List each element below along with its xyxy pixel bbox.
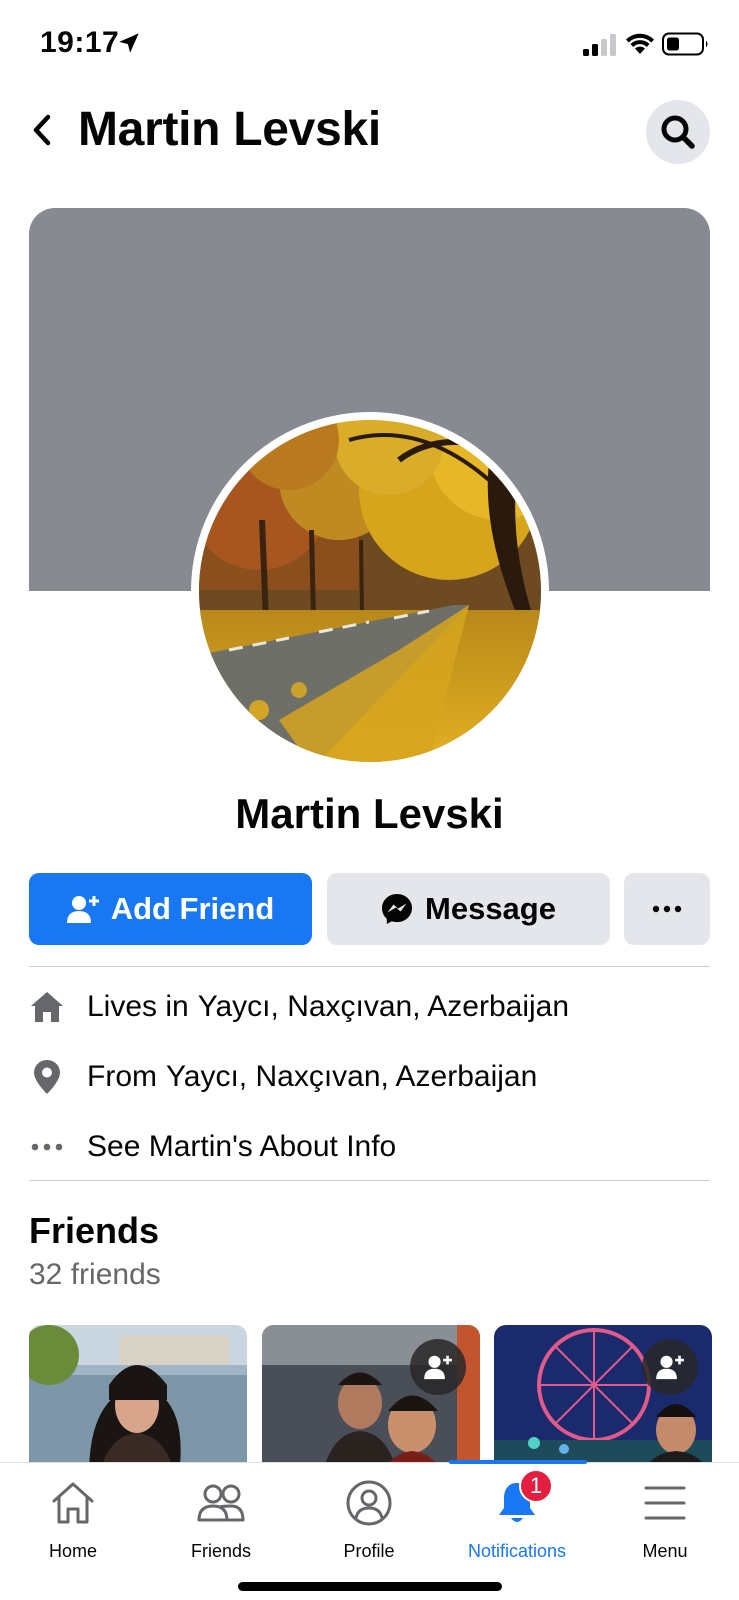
tab-friends[interactable]: Friends [151, 1475, 291, 1575]
tab-notifications[interactable]: 1 Notifications [447, 1469, 587, 1575]
lives-in-place[interactable]: Yaycı, Naxçıvan, Azerbaijan [198, 990, 569, 1024]
divider [29, 966, 710, 967]
add-friend-button[interactable]: Add Friend [29, 873, 312, 945]
friends-section-title[interactable]: Friends [29, 1210, 159, 1252]
add-friend-icon [656, 1355, 684, 1380]
message-button[interactable]: Message [327, 873, 610, 945]
active-tab-indicator [449, 1460, 587, 1464]
search-icon [661, 115, 695, 149]
friends-count: 32 friends [29, 1258, 161, 1291]
about-info-link[interactable]: See Martin's About Info [87, 1130, 396, 1164]
divider [29, 1180, 710, 1181]
profile-picture-frame [191, 412, 549, 770]
profile-name: Martin Levski [235, 790, 504, 837]
from-row: From Yaycı, Naxçıvan, Azerbaijan [29, 1052, 710, 1102]
back-button[interactable] [22, 110, 62, 150]
autumn-road-photo [199, 420, 541, 762]
from-place[interactable]: Yaycı, Naxçıvan, Azerbaijan [166, 1060, 537, 1094]
more-dots-icon [29, 1129, 65, 1165]
tab-home[interactable]: Home [3, 1475, 143, 1575]
search-button[interactable] [646, 100, 710, 164]
more-options-button[interactable] [624, 873, 710, 945]
status-time: 19:17 [40, 26, 120, 59]
page-header: Martin Levski [0, 90, 739, 200]
from-prefix: From [87, 1060, 157, 1093]
tab-friends-label: Friends [190, 1541, 252, 1561]
battery-icon [662, 32, 708, 56]
hamburger-menu-icon [644, 1486, 686, 1520]
add-friend-badge[interactable] [410, 1339, 466, 1395]
messenger-icon [381, 893, 413, 925]
lives-in-prefix: Lives in [87, 990, 189, 1023]
add-friend-badge[interactable] [642, 1339, 698, 1395]
chevron-left-icon [33, 114, 51, 146]
tab-profile-label: Profile [343, 1541, 395, 1561]
status-bar: 19:17 [0, 0, 739, 90]
friend-photo [29, 1325, 247, 1475]
about-info-row[interactable]: See Martin's About Info [29, 1122, 710, 1172]
add-friend-icon [66, 894, 99, 924]
more-dots-icon [652, 905, 682, 913]
tab-profile[interactable]: Profile [299, 1475, 439, 1575]
friend-card[interactable] [262, 1325, 480, 1475]
add-friend-label: Add Friend [110, 891, 275, 926]
home-filled-icon [29, 989, 65, 1025]
friends-icon [197, 1484, 245, 1522]
add-friend-icon [424, 1355, 452, 1380]
home-indicator[interactable] [238, 1582, 502, 1591]
friend-card[interactable] [494, 1325, 712, 1475]
bottom-tab-bar: Home Friends Profile 1 Notifications Men… [0, 1460, 739, 1600]
tab-notifications-label: Notifications [467, 1541, 567, 1561]
friend-card[interactable] [29, 1325, 247, 1475]
wifi-icon [626, 33, 654, 54]
profile-picture[interactable] [199, 420, 541, 762]
message-label: Message [425, 891, 556, 926]
tab-menu-label: Menu [642, 1541, 688, 1561]
signal-icon [583, 34, 616, 56]
home-icon [52, 1482, 94, 1524]
tab-menu[interactable]: Menu [595, 1475, 735, 1575]
location-arrow-icon [119, 33, 139, 53]
notification-badge: 1 [519, 1469, 553, 1503]
page-title: Martin Levski [78, 103, 381, 156]
profile-icon [346, 1480, 392, 1526]
location-pin-icon [29, 1059, 65, 1095]
lives-in-row: Lives in Yaycı, Naxçıvan, Azerbaijan [29, 982, 710, 1032]
tab-home-label: Home [48, 1541, 97, 1561]
